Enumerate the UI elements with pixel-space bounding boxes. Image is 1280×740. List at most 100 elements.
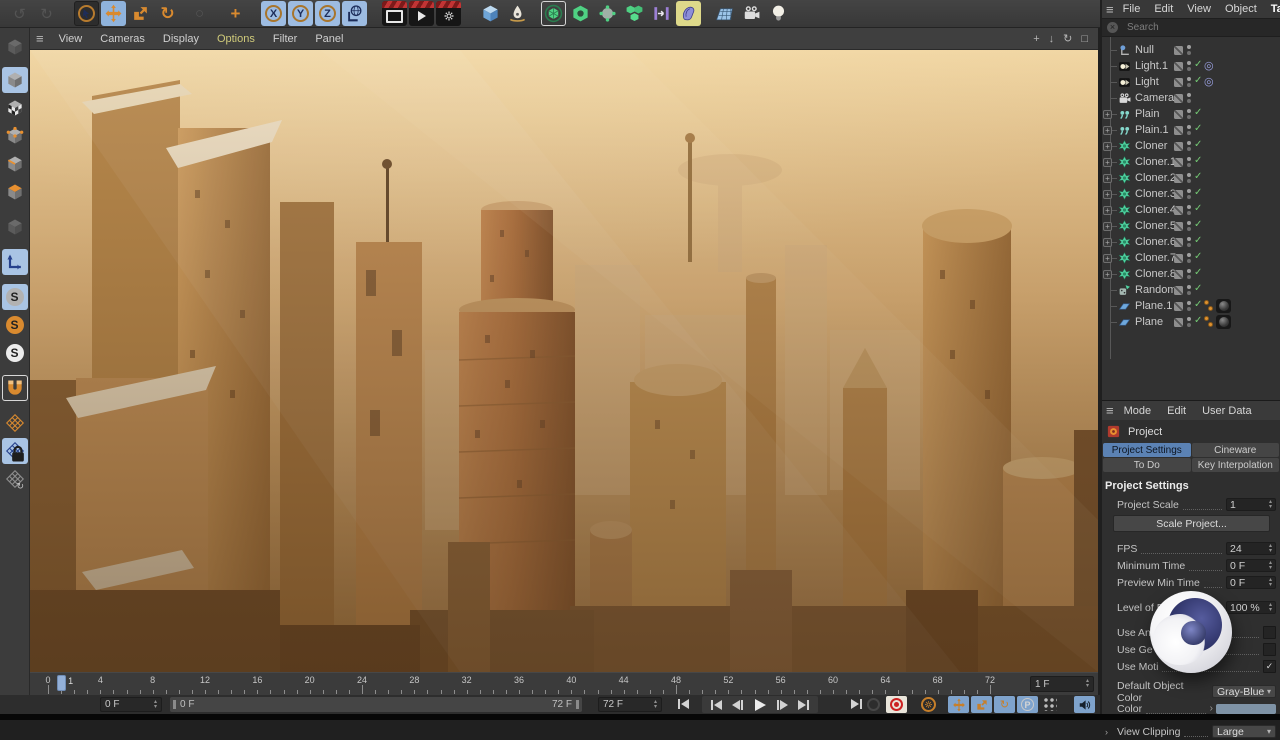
attr-checkbox[interactable] <box>1263 643 1276 656</box>
object-row-cloner-3[interactable]: +Cloner.3✓ <box>1102 186 1280 202</box>
stepper-icon[interactable]: ▴▾ <box>1266 500 1272 510</box>
color-swatch[interactable] <box>1216 704 1276 714</box>
target-tag-icon[interactable]: ◎ <box>1204 59 1214 72</box>
expand-icon[interactable]: + <box>1103 190 1112 199</box>
visibility-dot-bottom[interactable] <box>1187 51 1191 55</box>
expand-icon[interactable]: + <box>1103 142 1112 151</box>
enabled-check-icon[interactable]: ✓ <box>1194 59 1202 70</box>
enabled-check-icon[interactable]: ✓ <box>1194 139 1202 150</box>
play-button[interactable] <box>749 697 771 712</box>
attr-menu-user-data[interactable]: User Data <box>1202 405 1252 417</box>
visibility-dot-bottom[interactable] <box>1187 291 1191 295</box>
attr-menu-edit[interactable]: Edit <box>1167 405 1186 417</box>
attr-checkbox[interactable] <box>1263 626 1276 639</box>
layer-tag-icon[interactable] <box>1174 318 1183 327</box>
object-row-light-1[interactable]: Light.1✓◎ <box>1102 58 1280 74</box>
expand-icon[interactable]: + <box>1103 238 1112 247</box>
enabled-check-icon[interactable]: ✓ <box>1194 299 1202 310</box>
tab-cineware[interactable]: Cineware <box>1192 443 1280 457</box>
visibility-dot-bottom[interactable] <box>1187 147 1191 151</box>
object-search[interactable]: × Search <box>1102 18 1280 37</box>
expand-icon[interactable]: + <box>1103 254 1112 263</box>
layer-tag-icon[interactable] <box>1174 302 1183 311</box>
material-thumbnail[interactable] <box>1216 299 1231 313</box>
visibility-dot-top[interactable] <box>1187 61 1191 65</box>
visibility-dot-top[interactable] <box>1187 285 1191 289</box>
spline-arrange-icon[interactable] <box>649 1 674 26</box>
undo-icon[interactable]: ↺ <box>7 1 32 26</box>
om-menu-file[interactable]: File <box>1123 3 1141 15</box>
redo-icon[interactable]: ↻ <box>34 1 59 26</box>
tab-key-interpolation[interactable]: Key Interpolation <box>1192 458 1280 472</box>
enabled-check-icon[interactable]: ✓ <box>1194 267 1202 278</box>
record-keyframe-button[interactable] <box>886 696 907 713</box>
make-editable-icon[interactable] <box>2 34 28 60</box>
layer-tag-icon[interactable] <box>1174 62 1183 71</box>
autokeying-button[interactable] <box>918 696 939 713</box>
object-row-random[interactable]: Random✓ <box>1102 282 1280 298</box>
viewport-solo-icon[interactable]: S <box>2 284 28 310</box>
volume-builder-icon[interactable] <box>595 1 620 26</box>
object-row-cloner[interactable]: +Cloner✓ <box>1102 138 1280 154</box>
enabled-check-icon[interactable]: ✓ <box>1194 219 1202 230</box>
viewport-menu-view[interactable]: View <box>59 33 83 45</box>
visibility-dot-bottom[interactable] <box>1187 163 1191 167</box>
tab-project-settings[interactable]: Project Settings <box>1103 443 1191 457</box>
model-mode-icon[interactable] <box>2 67 28 93</box>
expand-icon[interactable]: + <box>1103 270 1112 279</box>
live-selection-tool-icon[interactable] <box>74 1 99 26</box>
key-parameter-button[interactable]: P <box>1017 696 1038 713</box>
viewport-menu-panel[interactable]: Panel <box>315 33 343 45</box>
visibility-dot-top[interactable] <box>1187 253 1191 257</box>
object-row-cloner-2[interactable]: +Cloner.2✓ <box>1102 170 1280 186</box>
om-menu-object[interactable]: Object <box>1225 3 1257 15</box>
snap-s3-icon[interactable]: S <box>2 340 28 366</box>
layer-tag-icon[interactable] <box>1174 270 1183 279</box>
expand-icon[interactable]: + <box>1103 174 1112 183</box>
attr-menu-mode[interactable]: Mode <box>1124 405 1152 417</box>
orbit-icon[interactable]: ↻ <box>1063 32 1072 45</box>
clear-search-icon[interactable]: × <box>1107 22 1118 33</box>
playhead[interactable] <box>57 675 66 691</box>
enabled-check-icon[interactable]: ✓ <box>1194 203 1202 214</box>
key-pla-button[interactable] <box>1040 696 1061 713</box>
expander-arrow-icon[interactable]: › <box>1105 727 1108 737</box>
target-tag-icon[interactable]: ◎ <box>1204 75 1214 88</box>
visibility-dot-top[interactable] <box>1187 189 1191 193</box>
viewport-3d[interactable] <box>30 50 1098 672</box>
object-row-cloner-7[interactable]: +Cloner.7✓ <box>1102 250 1280 266</box>
next-frame-button[interactable] <box>771 697 793 712</box>
generator-extrude-icon[interactable] <box>568 1 593 26</box>
camera-object-icon[interactable] <box>739 1 764 26</box>
layer-tag-icon[interactable] <box>1174 174 1183 183</box>
viewport-menu-display[interactable]: Display <box>163 33 199 45</box>
visibility-dot-bottom[interactable] <box>1187 115 1191 119</box>
sound-toggle-button[interactable] <box>1074 696 1095 713</box>
layer-tag-icon[interactable] <box>1174 78 1183 87</box>
layer-tag-icon[interactable] <box>1174 286 1183 295</box>
expand-icon[interactable]: + <box>1103 206 1112 215</box>
visibility-dot-top[interactable] <box>1187 109 1191 113</box>
attribute-burger-icon[interactable]: ≡ <box>1106 403 1114 418</box>
snap-s2-icon[interactable]: S <box>2 312 28 338</box>
visibility-dot-top[interactable] <box>1187 141 1191 145</box>
enabled-check-icon[interactable]: ✓ <box>1194 107 1202 118</box>
om-menu-view[interactable]: View <box>1187 3 1211 15</box>
enabled-check-icon[interactable]: ✓ <box>1194 155 1202 166</box>
planar-workplane-icon[interactable]: ↻ <box>2 466 28 492</box>
visibility-dot-bottom[interactable] <box>1187 243 1191 247</box>
visibility-dot-top[interactable] <box>1187 77 1191 81</box>
range-start-field[interactable]: 0 F ▴▾ <box>100 697 162 712</box>
visibility-dot-top[interactable] <box>1187 301 1191 305</box>
expand-icon[interactable]: + <box>1103 222 1112 231</box>
object-row-plain[interactable]: +Plain✓ <box>1102 106 1280 122</box>
visibility-dot-top[interactable] <box>1187 125 1191 129</box>
visibility-dot-bottom[interactable] <box>1187 131 1191 135</box>
om-menu-tags[interactable]: Tags <box>1271 3 1280 15</box>
visibility-dot-bottom[interactable] <box>1187 67 1191 71</box>
object-row-null[interactable]: Null <box>1102 42 1280 58</box>
stepper-icon[interactable]: ▴▾ <box>1266 578 1272 588</box>
visibility-dot-bottom[interactable] <box>1187 307 1191 311</box>
stepper-icon[interactable]: ▴▾ <box>151 700 157 710</box>
visibility-dot-top[interactable] <box>1187 237 1191 241</box>
